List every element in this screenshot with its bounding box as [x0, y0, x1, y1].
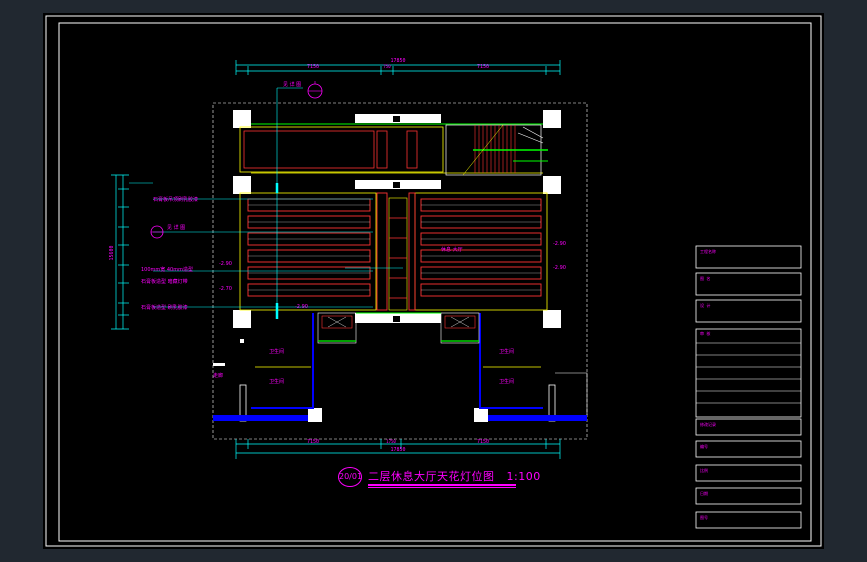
callout-4: 石膏板造型 暗藏灯带 — [141, 278, 188, 285]
bottom-seg-3: 7150 — [477, 439, 489, 445]
tb-number: 编号 — [700, 443, 708, 449]
tb-sheet-no: 图号 — [700, 514, 708, 520]
beams — [355, 114, 441, 323]
plan-title: 二层休息大厅天花灯位图 1:100 — [368, 468, 541, 484]
top-seg-3: 7150 — [477, 64, 489, 70]
left-annotations: 石膏板吊顶刷乳胶漆 见 详 图 100mm宽 40mm造型 石膏板造型 暗藏灯带… — [141, 196, 566, 311]
lower-rooms — [213, 312, 588, 422]
callout-3: 100mm宽 40mm造型 — [141, 266, 193, 273]
tb-drawing-name: 图 名 — [700, 275, 710, 281]
level-left-2: -2.70 — [219, 286, 232, 292]
drawing-sheet: 17850 7150 750 7150 7150 1750 7150 17850 — [43, 13, 824, 549]
room-right-upper: 卫生间 — [499, 348, 514, 355]
level-left-1: -2.90 — [219, 261, 232, 267]
hall-ceiling-right — [414, 192, 548, 311]
level-right-1: -2.90 — [553, 241, 566, 247]
plan-title-text: 二层休息大厅天花灯位图 — [368, 470, 495, 483]
tb-scale: 比例 — [700, 467, 708, 473]
plan-scale: 1:100 — [506, 470, 541, 483]
bottom-seg-2: 1750 — [386, 439, 396, 444]
detail-callout-left — [150, 225, 164, 239]
detail-callout-top: 见 详 图 — [283, 81, 323, 99]
top-seg-1: 7150 — [307, 64, 319, 70]
stair-area — [445, 124, 548, 176]
hall-ceiling-left — [239, 192, 377, 311]
title-block: 工程名称 图 名 设 计 审 核 修改记录 编号 比例 日期 图号 — [695, 245, 802, 529]
tb-revision: 修改记录 — [700, 421, 716, 427]
bottom-dimension: 7150 1750 7150 17850 — [235, 439, 561, 459]
top-seg-2: 750 — [383, 64, 391, 69]
callout-1: 石膏板吊顶刷乳胶漆 — [153, 196, 198, 203]
top-corridor-ceiling — [239, 123, 543, 174]
level-left-3: -2.90 — [295, 304, 308, 310]
tb-date: 日期 — [700, 490, 708, 496]
columns — [233, 110, 561, 422]
callout-2: 见 详 图 — [167, 224, 185, 231]
tb-design: 设 计 — [700, 302, 710, 308]
title-underline — [368, 484, 516, 486]
top-total-dim: 17850 — [390, 58, 405, 64]
level-right-2: -2.90 — [553, 265, 566, 271]
sheet-badge: 20/01 — [338, 467, 362, 487]
tb-project: 工程名称 — [700, 248, 716, 254]
room-labels: 卫生间 卫生间 卫生间 卫生间 走廊 — [213, 348, 514, 385]
room-left-upper: 卫生间 — [269, 348, 284, 355]
title-underline-thin — [368, 487, 516, 488]
callout-5: 石膏板造型 刷乳胶漆 — [141, 304, 188, 311]
room-left-lower: 卫生间 — [269, 378, 284, 385]
room-right-lower: 卫生间 — [499, 378, 514, 385]
tb-check: 审 核 — [700, 330, 710, 336]
top-callout-text: 见 详 图 — [283, 81, 301, 88]
left-total-dim: 15600 — [109, 245, 115, 260]
bottom-seg-1: 7150 — [307, 439, 319, 445]
top-dimension: 17850 7150 750 7150 — [235, 58, 561, 75]
central-spine — [376, 192, 416, 311]
hall-label: 休息 大厅 — [441, 246, 463, 253]
bottom-total-dim: 17850 — [390, 447, 405, 453]
corridor-left: 走廊 — [213, 372, 223, 379]
